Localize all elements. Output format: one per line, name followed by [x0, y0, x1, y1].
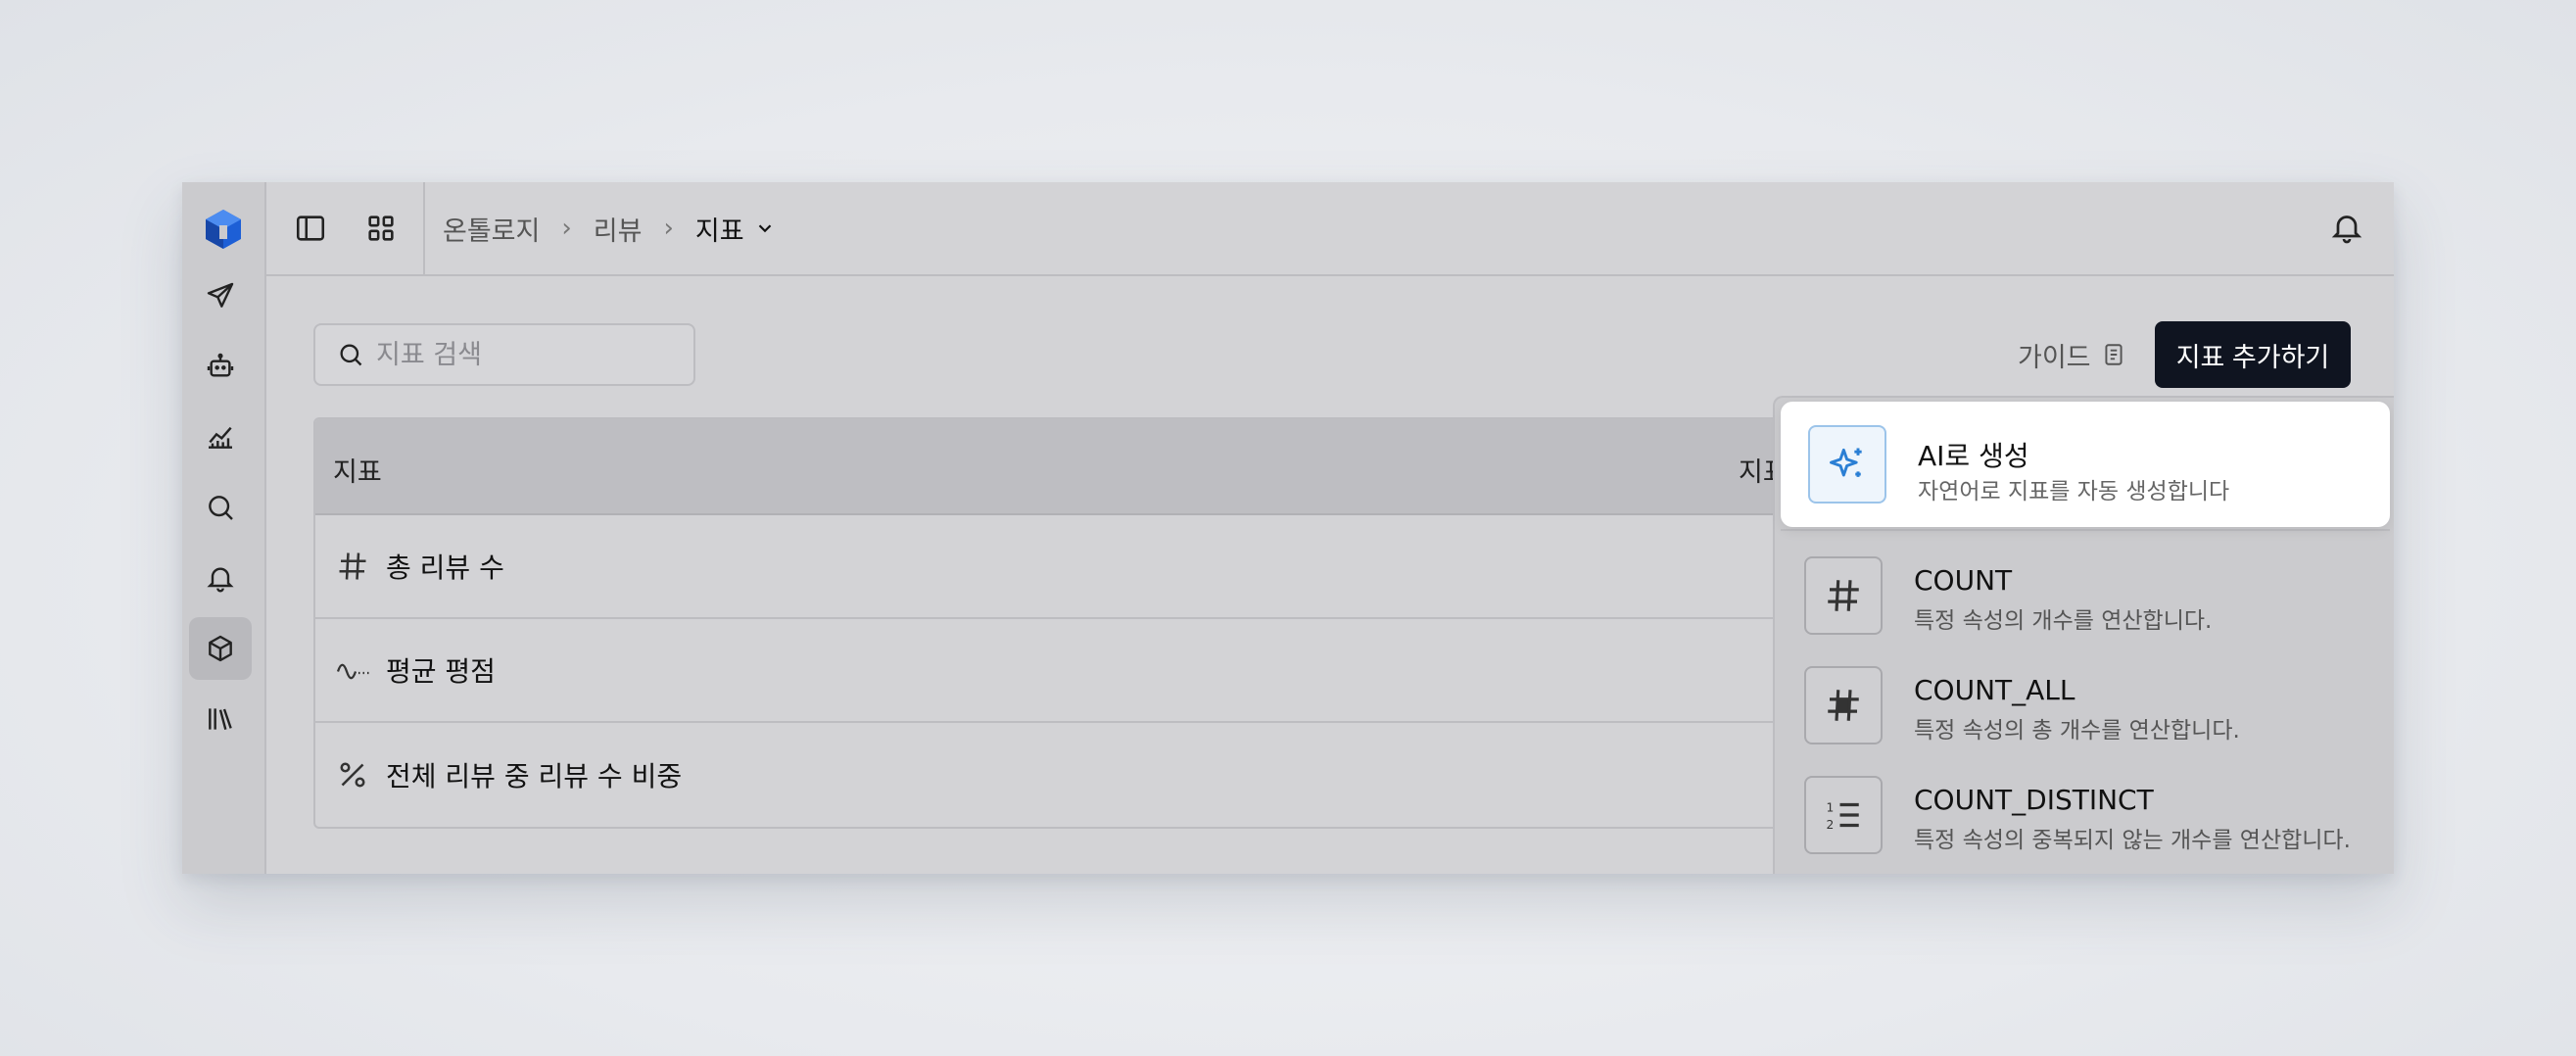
sidebar-toggle-icon[interactable] — [294, 212, 327, 245]
row-label: 전체 리뷰 중 리뷰 수 비중 — [386, 760, 683, 792]
search-icon — [209, 496, 233, 520]
guide-label: 가이드 — [2018, 342, 2091, 373]
sidebar-item-notifications[interactable] — [189, 547, 252, 609]
menu-item-desc: 특정 속성의 총 개수를 연산합니다. — [1914, 718, 2240, 744]
menu-item-title: COUNT_ALL — [1914, 674, 2075, 706]
svg-text:2: 2 — [1827, 818, 1835, 832]
menu-item-count-all[interactable]: COUNT_ALL 특정 속성의 총 개수를 연산합니다. — [1804, 652, 2382, 750]
breadcrumb-current[interactable]: 지표 — [695, 210, 776, 248]
menu-item-desc: 특정 속성의 개수를 연산합니다. — [1914, 608, 2213, 634]
notification-bell-icon[interactable] — [2329, 210, 2364, 245]
sidebar-item-agent[interactable] — [189, 335, 252, 398]
bell-icon — [207, 567, 234, 593]
menu-item-title: AI로 생성 — [1918, 440, 2029, 472]
hash-icon — [339, 552, 366, 580]
menu-divider — [1781, 529, 2390, 531]
logo-icon[interactable] — [200, 206, 247, 253]
row-label: 총 리뷰 수 — [386, 552, 504, 584]
menu-item-title: COUNT — [1914, 564, 2013, 597]
numbered-list-icon: 12 — [1804, 776, 1883, 854]
sparkles-icon — [1808, 425, 1886, 504]
menu-item-desc: 특정 속성의 중복되지 않는 개수를 연산합니다. — [1914, 828, 2351, 853]
sidebar-item-ontology[interactable] — [189, 617, 252, 680]
search-icon — [340, 344, 362, 366]
menu-item-title: COUNT_DISTINCT — [1914, 784, 2154, 816]
breadcrumb-current-label: 지표 — [694, 216, 744, 247]
cube-icon — [209, 635, 232, 662]
library-icon — [209, 708, 232, 730]
sidebar-item-search[interactable] — [189, 476, 252, 539]
topbar-divider — [423, 182, 425, 274]
menu-item-desc: 자연어로 지표를 자동 생성합니다 — [1918, 479, 2230, 504]
menu-item-count-distinct[interactable]: 12 COUNT_DISTINCT 특정 속성의 중복되지 않는 개수를 연산합… — [1804, 762, 2382, 860]
sidebar-rail — [182, 182, 266, 874]
breadcrumb: 온톨로지 › 리뷰 › 지표 — [443, 182, 776, 274]
chart-line-icon — [209, 426, 232, 449]
search-input[interactable] — [376, 339, 670, 370]
document-icon — [2104, 344, 2123, 365]
menu-item-ai-generate[interactable]: AI로 생성 자연어로 지표를 자동 생성합니다 — [1781, 402, 2390, 527]
add-metric-button[interactable]: 지표 추가하기 — [2155, 321, 2351, 388]
hash-filled-icon — [1804, 666, 1883, 744]
top-bar: 온톨로지 › 리뷰 › 지표 — [266, 182, 2394, 276]
svg-text:1: 1 — [1827, 801, 1835, 815]
app-window: 온톨로지 › 리뷰 › 지표 가이드 지표 추가하기 지표 지표 총 리뷰 수 — [182, 182, 2394, 874]
sidebar-item-library[interactable] — [189, 688, 252, 750]
chevron-right-icon: › — [663, 214, 674, 243]
guide-link[interactable]: 가이드 — [2018, 331, 2126, 378]
send-icon — [207, 282, 234, 308]
robot-icon — [207, 353, 234, 377]
wave-icon — [336, 663, 369, 680]
chevron-down-icon — [758, 224, 771, 233]
menu-item-count[interactable]: COUNT 특정 속성의 개수를 연산합니다. — [1804, 543, 2382, 641]
breadcrumb-item-review[interactable]: 리뷰 — [594, 210, 643, 248]
breadcrumb-item-ontology[interactable]: 온톨로지 — [443, 210, 540, 248]
row-label: 평균 평점 — [386, 655, 496, 688]
percent-icon — [340, 762, 365, 788]
chevron-right-icon: › — [561, 214, 572, 243]
sidebar-item-analytics[interactable] — [189, 406, 252, 468]
column-header-metric[interactable]: 지표 — [333, 451, 382, 489]
sidebar-item-navigate[interactable] — [189, 264, 252, 327]
search-box — [313, 323, 695, 386]
hash-icon — [1804, 556, 1883, 635]
grid-icon[interactable] — [364, 212, 398, 245]
